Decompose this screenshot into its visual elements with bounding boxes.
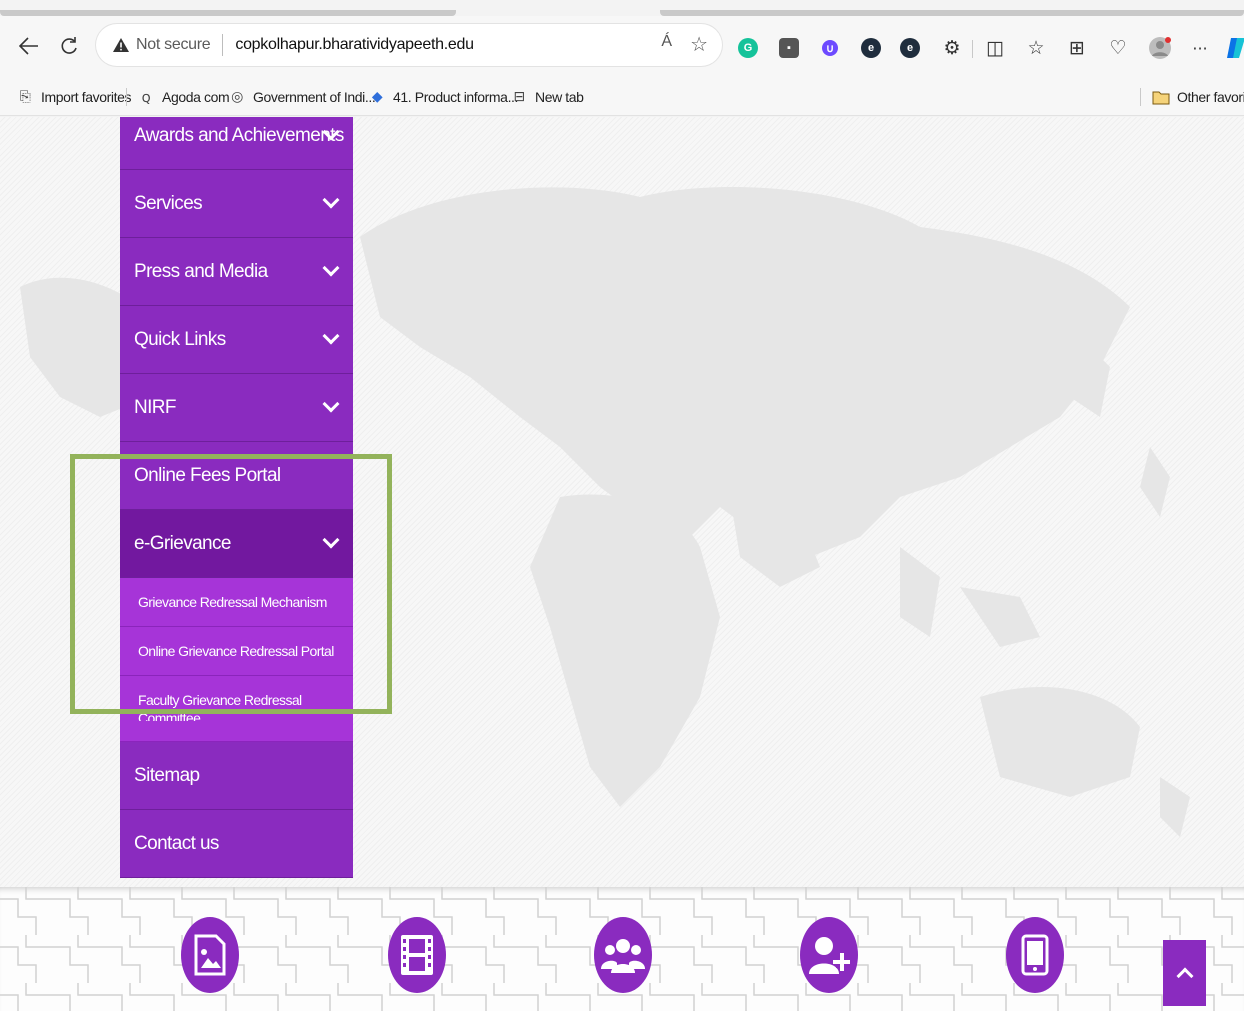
menu-item-label: Online Fees Portal (134, 464, 281, 486)
submenu-grievance-redressal-mechanism[interactable]: Grievance Redressal Mechanism (120, 578, 353, 627)
menu-item-awards[interactable]: Awards and Achievements (120, 117, 353, 170)
address-bar[interactable]: Not secure copkolhapur.bharatividyapeeth… (96, 24, 722, 66)
menu-item-services[interactable]: Services (120, 170, 353, 238)
bookmark-label: New tab (535, 89, 584, 105)
menu-item-label: Awards and Achievements (134, 124, 344, 146)
folder-icon (1152, 88, 1170, 106)
bookmark-import-favorites[interactable]: ⎘ Import favorites (16, 87, 132, 107)
chevron-down-icon (322, 259, 340, 277)
more-options-icon[interactable]: ··· (1188, 36, 1212, 60)
register-button[interactable] (800, 917, 858, 993)
warning-icon[interactable] (112, 36, 130, 54)
browser-toolbar: Not secure copkolhapur.bharatividyapeeth… (0, 16, 1244, 78)
extension-e-icon[interactable]: e (859, 36, 883, 60)
extension-e-icon[interactable]: e (898, 36, 922, 60)
newtab-icon: ⊟ (513, 89, 525, 105)
submenu-label: Faculty Grievance Redressal Committee (138, 692, 302, 721)
page-content: Awards and Achievements Services Press a… (0, 117, 1244, 887)
video-film-icon (401, 935, 433, 975)
address-separator (222, 34, 224, 56)
bookmarks-bar: ⎘ Import favorites ꞯ Agoda com ◎ Government… (0, 78, 1244, 116)
gallery-button[interactable] (181, 917, 239, 993)
menu-item-quick-links[interactable]: Quick Links (120, 306, 353, 374)
menu-item-label: Contact us (134, 832, 219, 854)
menu-item-nirf[interactable]: NIRF (120, 374, 353, 442)
menu-item-sitemap[interactable]: Sitemap (120, 742, 353, 810)
chevron-down-icon (322, 531, 340, 549)
group-users-icon (601, 939, 645, 973)
emblem-icon: ◎ (231, 89, 243, 105)
submenu-faculty-grievance-committee[interactable]: Faculty Grievance Redressal Committee (120, 676, 353, 742)
import-icon: ⎘ (19, 89, 31, 105)
read-aloud-icon[interactable]: Á (661, 33, 672, 51)
bookmark-separator (1140, 88, 1141, 106)
menu-item-label: Services (134, 192, 203, 214)
diamond-icon: ◆ (371, 89, 383, 105)
grammarly-icon[interactable]: G (736, 36, 760, 60)
submenu-label: Grievance Redressal Mechanism (138, 594, 327, 610)
video-button[interactable] (388, 917, 446, 993)
favorites-icon[interactable]: ☆ (1024, 36, 1048, 60)
menu-item-label: Sitemap (134, 764, 200, 786)
extension-icon[interactable]: ▪ (777, 36, 801, 60)
mobile-app-button[interactable] (1006, 917, 1064, 993)
agoda-icon: ꞯ (141, 89, 151, 106)
chevron-down-icon (322, 395, 340, 413)
bookmark-label: Import favorites (41, 89, 132, 105)
bookmark-product-info[interactable]: ◆ 41. Product informa... (368, 87, 519, 107)
add-user-icon (809, 937, 850, 974)
menu-item-online-fees-portal[interactable]: Online Fees Portal (120, 442, 353, 510)
submenu-label: Online Grievance Redressal Portal (138, 643, 334, 659)
bookmark-label: Government of Indi... (253, 89, 376, 105)
chevron-down-icon (322, 191, 340, 209)
tab-strip (0, 0, 1244, 16)
community-button[interactable] (594, 917, 652, 993)
sidebar-menu: Awards and Achievements Services Press a… (120, 117, 353, 878)
url-text[interactable]: copkolhapur.bharatividyapeeth.edu (235, 36, 474, 54)
refresh-button[interactable] (52, 29, 86, 63)
bookmark-government[interactable]: ◎ Government of Indi... (228, 87, 376, 107)
footer-quick-icons (0, 887, 1244, 1011)
menu-item-label: e-Grievance (134, 532, 231, 554)
menu-item-press-media[interactable]: Press and Media (120, 238, 353, 306)
split-screen-icon[interactable]: ◫ (983, 36, 1007, 60)
bookmark-separator (126, 88, 127, 106)
scroll-to-top-button[interactable] (1163, 940, 1206, 1006)
mobile-tablet-icon (1021, 934, 1049, 976)
bookmark-label: Other favorite (1177, 89, 1244, 105)
collections-icon[interactable]: ⊞ (1065, 36, 1089, 60)
copilot-icon[interactable] (1224, 36, 1244, 60)
back-arrow-icon (19, 37, 38, 55)
submenu-online-grievance-portal[interactable]: Online Grievance Redressal Portal (120, 627, 353, 676)
bookmark-label: 41. Product informa... (393, 89, 519, 105)
toolbar-divider (972, 40, 973, 58)
menu-item-e-grievance[interactable]: e-Grievance (120, 510, 353, 578)
menu-item-label: Press and Media (134, 260, 268, 282)
back-button[interactable] (12, 29, 46, 63)
profile-avatar-icon[interactable] (1148, 36, 1172, 60)
refresh-icon (61, 37, 77, 54)
browser-essentials-icon[interactable]: ♡ (1106, 36, 1130, 60)
chevron-up-icon (1176, 967, 1193, 985)
favorite-star-icon[interactable]: ☆ (690, 32, 708, 56)
photo-gallery-icon (194, 934, 226, 976)
proton-icon[interactable]: ∪ (818, 36, 842, 60)
chevron-down-icon (322, 327, 340, 345)
bookmark-agoda[interactable]: ꞯ Agoda com (137, 87, 230, 107)
menu-item-label: NIRF (134, 396, 177, 418)
menu-item-label: Quick Links (134, 328, 226, 350)
extensions-puzzle-icon[interactable]: ⚙ (940, 36, 964, 60)
security-label[interactable]: Not secure (136, 36, 211, 54)
bookmark-label: Agoda com (162, 89, 230, 105)
bookmark-new-tab[interactable]: ⊟ New tab (510, 87, 584, 107)
menu-item-contact-us[interactable]: Contact us (120, 810, 353, 878)
other-favorites-folder[interactable]: Other favorite (1152, 87, 1244, 107)
